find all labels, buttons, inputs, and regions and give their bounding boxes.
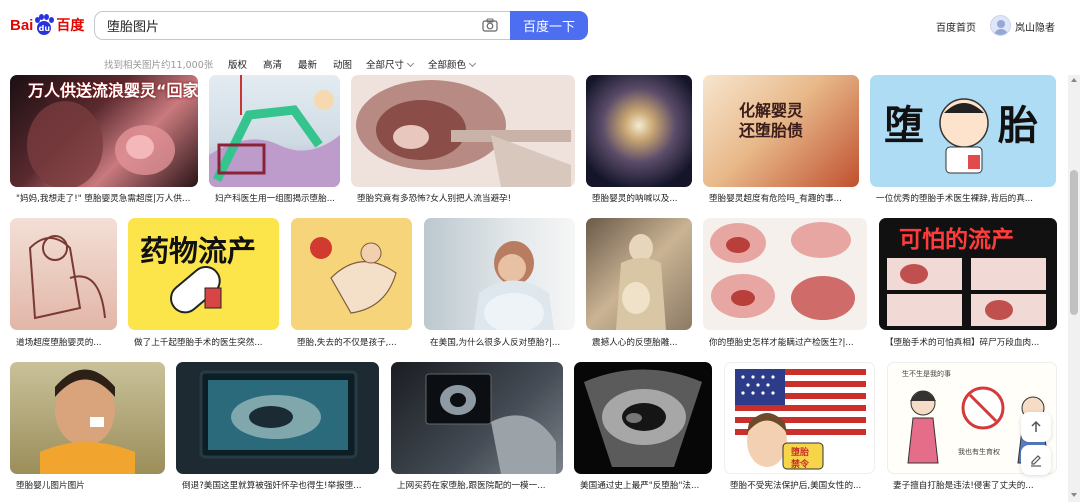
baidu-home-link[interactable]: 百度首页 — [936, 19, 976, 34]
filter-latest[interactable]: 最新 — [298, 57, 317, 71]
image-card[interactable]: 道场超度堕胎婴灵的... — [10, 218, 117, 348]
logo-text-du: du — [37, 21, 52, 35]
image-card[interactable]: 万人供送流浪婴灵“回家” "妈妈,我想走了!" 堕胎婴灵急需超度|万人供养... — [10, 75, 198, 205]
back-to-top-button[interactable] — [1021, 412, 1051, 442]
image-overlay-text: 堕 — [884, 103, 924, 149]
image-caption[interactable]: 一位优秀的堕胎手术医生裸辞,背后的真... — [876, 192, 1056, 204]
baidu-logo[interactable]: Bai du 百度 — [10, 13, 84, 37]
image-caption[interactable]: 堕胎不受宪法保护后,美国女性的... — [730, 479, 875, 491]
filter-hd[interactable]: 高清 — [263, 57, 282, 71]
image-thumbnail[interactable]: 可怕的流产 — [879, 218, 1057, 330]
image-thumbnail[interactable] — [351, 75, 575, 187]
image-caption[interactable]: 上网买药在家堕胎,跟医院配的一模一... — [397, 479, 563, 491]
arrow-up-icon — [1031, 420, 1041, 432]
image-caption[interactable]: 妇产科医生用一组图揭示堕胎... — [215, 192, 340, 204]
image-thumbnail[interactable] — [586, 218, 692, 330]
search-box — [94, 11, 510, 40]
image-caption[interactable]: 堕胎婴儿图片图片 — [16, 479, 165, 491]
image-card[interactable]: 堕胎婴儿图片图片 — [10, 362, 165, 492]
image-card[interactable]: 上网买药在家堕胎,跟医院配的一模一... — [391, 362, 563, 492]
image-thumbnail[interactable] — [209, 75, 340, 187]
image-caption[interactable]: 美国通过史上最严"反堕胎"法... — [580, 479, 712, 491]
image-card[interactable]: 倒退?美国这里就算被强奸怀孕也得生!举报堕... — [176, 362, 379, 492]
image-caption[interactable]: 堕胎婴灵的呐喊以及... — [592, 192, 692, 204]
color-dropdown[interactable]: 全部颜色 — [428, 57, 477, 71]
logo-text-bai: Bai — [10, 16, 34, 34]
scroll-up-arrow-icon — [1071, 78, 1077, 82]
size-dropdown[interactable]: 全部尺寸 — [366, 57, 415, 71]
image-thumbnail[interactable] — [291, 218, 412, 330]
image-thumbnail[interactable] — [574, 362, 712, 474]
result-count: 找到相关图片约11,000张 — [104, 60, 214, 71]
paw-icon: du — [34, 14, 55, 36]
image-caption[interactable]: 【堕胎手术的可怕真相】碎尸万段血肉... — [885, 336, 1057, 348]
image-thumbnail[interactable] — [703, 218, 867, 330]
image-overlay-text: 万人供送流浪婴灵“回家” — [28, 81, 198, 100]
image-caption[interactable]: 堕胎,失去的不仅是孩子,... — [297, 336, 412, 348]
filter-copyright[interactable]: 版权 — [228, 57, 247, 71]
image-thumbnail[interactable]: 万人供送流浪婴灵“回家” — [10, 75, 198, 187]
image-caption[interactable]: 堕胎究竟有多恐怖?女人别把人流当避孕! — [357, 192, 575, 204]
image-card[interactable]: 美国通过史上最严"反堕胎"法... — [574, 362, 712, 492]
scroll-down-arrow-icon — [1071, 493, 1077, 497]
image-caption[interactable]: "妈妈,我想走了!" 堕胎婴灵急需超度|万人供养... — [16, 192, 196, 204]
chevron-down-icon — [468, 59, 477, 68]
vertical-scrollbar[interactable] — [1068, 75, 1080, 502]
feedback-button[interactable] — [1021, 445, 1051, 475]
image-card[interactable]: 堕胎,失去的不仅是孩子,... — [291, 218, 412, 348]
image-grid: 万人供送流浪婴灵“回家” "妈妈,我想走了!" 堕胎婴灵急需超度|万人供养...… — [0, 75, 1068, 502]
image-overlay-text: 胎 — [998, 103, 1038, 149]
edit-icon — [1031, 455, 1041, 467]
chevron-down-icon — [406, 59, 415, 68]
image-card[interactable]: 妇产科医生用一组图揭示堕胎... — [209, 75, 340, 205]
search-button[interactable]: 百度一下 — [510, 11, 588, 40]
image-caption[interactable]: 堕胎婴灵超度有危险吗_有趣的事... — [709, 192, 859, 204]
image-thumbnail[interactable] — [391, 362, 563, 474]
image-card[interactable]: 震撼人心的反堕胎雕... — [586, 218, 692, 348]
search-input[interactable] — [95, 12, 465, 39]
filter-animated[interactable]: 动图 — [333, 57, 352, 71]
image-card[interactable]: 你的堕胎史怎样才能瞒过产检医生?|... — [703, 218, 867, 348]
image-card[interactable]: 化解婴灵 还堕胎债 堕胎婴灵超度有危险吗_有趣的事... — [703, 75, 859, 205]
image-thumbnail[interactable]: 堕胎 禁令 — [724, 362, 875, 474]
image-card[interactable]: 堕 胎 一位优秀的堕胎手术医生裸辞,背后的真... — [870, 75, 1056, 205]
image-caption[interactable]: 做了上千起堕胎手术的医生突然... — [134, 336, 279, 348]
image-thumbnail[interactable] — [10, 362, 165, 474]
image-thumbnail[interactable]: 药物流产 — [128, 218, 279, 330]
header: Bai du 百度 百度一下 百度首页 岚山隐者 — [0, 0, 1080, 48]
image-caption[interactable]: 在美国,为什么很多人反对堕胎?|... — [430, 336, 575, 348]
image-thumbnail[interactable] — [10, 218, 117, 330]
image-caption[interactable]: 你的堕胎史怎样才能瞒过产检医生?|... — [709, 336, 867, 348]
image-thumbnail[interactable] — [586, 75, 692, 187]
image-thumbnail[interactable] — [424, 218, 575, 330]
image-thumbnail[interactable]: 堕 胎 — [870, 75, 1056, 187]
image-card[interactable]: 堕胎 禁令 堕胎不受宪法保护后,美国女性的... — [724, 362, 875, 492]
scrollbar-thumb[interactable] — [1070, 170, 1078, 315]
image-card[interactable]: 可怕的流产 【堕胎手术的可怕真相】碎尸万段血肉... — [879, 218, 1057, 348]
image-card[interactable]: 药物流产 做了上千起堕胎手术的医生突然... — [128, 218, 279, 348]
image-caption[interactable]: 妻子擅自打胎是违法!侵害了丈夫的... — [893, 479, 1057, 491]
filter-bar: 找到相关图片约11,000张 版权 高清 最新 动图 全部尺寸 全部颜色 — [0, 52, 1080, 74]
image-caption[interactable]: 道场超度堕胎婴灵的... — [16, 336, 117, 348]
image-caption[interactable]: 震撼人心的反堕胎雕... — [592, 336, 692, 348]
user-avatar[interactable] — [990, 15, 1011, 36]
image-overlay-text: 还堕胎债 — [739, 121, 804, 140]
image-thumbnail[interactable]: 化解婴灵 还堕胎债 — [703, 75, 859, 187]
image-overlay-text: 我也有生育权 — [958, 448, 1000, 456]
image-overlay-text: 禁令 — [791, 460, 810, 470]
username-link[interactable]: 岚山隐者 — [1015, 19, 1055, 34]
camera-icon[interactable] — [482, 18, 498, 32]
image-caption[interactable]: 倒退?美国这里就算被强奸怀孕也得生!举报堕... — [182, 479, 379, 491]
image-card[interactable]: 堕胎婴灵的呐喊以及... — [586, 75, 692, 205]
image-thumbnail[interactable] — [176, 362, 379, 474]
image-card[interactable]: 在美国,为什么很多人反对堕胎?|... — [424, 218, 575, 348]
logo-text-baidu: 百度 — [56, 18, 85, 34]
image-card[interactable]: 堕胎究竟有多恐怖?女人别把人流当避孕! — [351, 75, 575, 205]
